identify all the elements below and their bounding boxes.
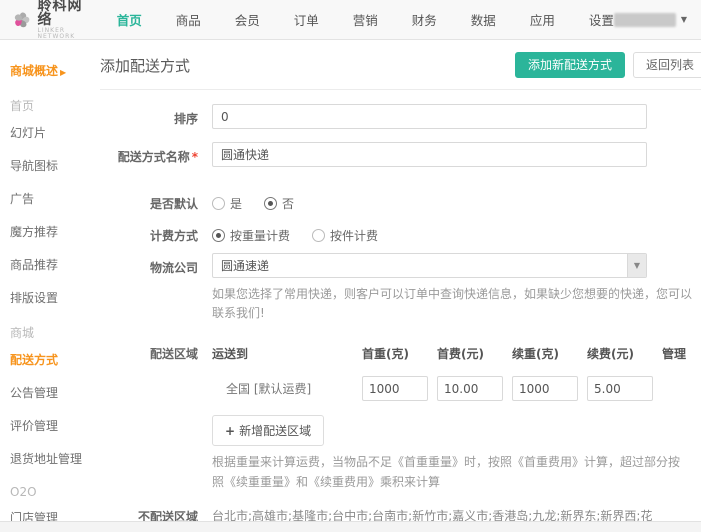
sidebar-item-shipping-methods[interactable]: 配送方式	[10, 351, 100, 368]
brand-logo[interactable]: 聆科网络 LINKER NETWORK	[12, 0, 89, 40]
destination-cell: 全国 [默认运费]	[212, 380, 362, 397]
logistics-help-text: 如果您选择了常用快递，则客户可以订单中查询快递信息，如果缺少您想要的快递，您可以…	[212, 285, 692, 323]
logistics-company-label: 物流公司	[100, 253, 212, 323]
area-help-text: 根据重量来计算运费，当物品不足《首重重量》时，按照《首重费用》计算，超过部分按照…	[212, 453, 682, 491]
nav-item-data[interactable]: 数据	[471, 10, 496, 29]
col-header-first-fee: 首费(元)	[437, 345, 512, 362]
brand-name: 聆科网络	[38, 0, 89, 28]
nav-item-marketing[interactable]: 营销	[353, 10, 378, 29]
brand-subtitle: LINKER NETWORK	[38, 28, 89, 41]
required-asterisk: *	[192, 150, 198, 164]
next-weight-input[interactable]	[512, 376, 578, 401]
nav-item-orders[interactable]: 订单	[294, 10, 319, 29]
app-window: 聆科网络 LINKER NETWORK 首页 商品 会员 订单 营销 财务 数据…	[0, 0, 701, 532]
nav-item-home[interactable]: 首页	[117, 10, 142, 29]
billing-by-weight-radio[interactable]: 按重量计费	[212, 227, 290, 244]
sidebar: 商城概述▶ 首页 幻灯片 导航图标 广告 魔方推荐 商品推荐 排版设置 商城 配…	[0, 40, 100, 521]
sidebar-section-mall: 商城	[10, 324, 100, 341]
nav-item-settings[interactable]: 设置	[589, 10, 614, 29]
next-fee-input[interactable]	[587, 376, 653, 401]
chevron-down-icon: ▼	[681, 15, 687, 24]
user-account-menu[interactable]: ▼	[614, 13, 687, 27]
username-redacted	[614, 13, 676, 27]
sort-label: 排序	[100, 104, 212, 129]
sidebar-item-mall-overview[interactable]: 商城概述▶	[10, 62, 100, 79]
billing-method-label: 计费方式	[100, 221, 212, 244]
shipping-method-form: 排序 配送方式名称* 是否默认	[100, 90, 701, 532]
logistics-company-select[interactable]: 圆通速递 ▼	[212, 253, 647, 278]
plus-icon: +	[225, 424, 235, 438]
chevron-right-icon: ▶	[60, 68, 66, 77]
name-label: 配送方式名称*	[100, 142, 212, 167]
col-header-next-weight: 续重(克)	[512, 345, 587, 362]
radio-icon	[212, 229, 225, 242]
default-yes-radio[interactable]: 是	[212, 195, 242, 212]
col-header-destination: 运送到	[212, 345, 362, 362]
first-fee-input[interactable]	[437, 376, 503, 401]
shipping-area-label: 配送区域	[100, 339, 212, 491]
back-to-list-button-top[interactable]: 返回列表	[633, 52, 701, 78]
sidebar-section-o2o: O2O	[10, 485, 100, 499]
chevron-down-icon[interactable]: ▼	[627, 254, 646, 277]
billing-by-piece-radio[interactable]: 按件计费	[312, 227, 378, 244]
radio-icon	[212, 197, 225, 210]
page-title: 添加配送方式	[100, 55, 190, 76]
footer-strip	[0, 521, 701, 532]
main-nav: 首页 商品 会员 订单 营销 财务 数据 应用 设置	[117, 10, 614, 29]
sidebar-item-announcements[interactable]: 公告管理	[10, 384, 100, 401]
sidebar-item-product-recommend[interactable]: 商品推荐	[10, 256, 100, 273]
sidebar-item-slideshow[interactable]: 幻灯片	[10, 124, 100, 141]
area-table-row: 全国 [默认运费]	[212, 376, 701, 401]
area-table-header: 运送到 首重(克) 首费(元) 续重(克) 续费(元) 管理	[212, 345, 701, 362]
is-default-label: 是否默认	[100, 189, 212, 212]
sidebar-item-reviews[interactable]: 评价管理	[10, 417, 100, 434]
sidebar-item-ads[interactable]: 广告	[10, 190, 100, 207]
nav-item-apps[interactable]: 应用	[530, 10, 555, 29]
shipping-name-input[interactable]	[212, 142, 647, 167]
add-new-shipping-method-button[interactable]: 添加新配送方式	[515, 52, 625, 78]
radio-icon	[312, 229, 325, 242]
col-header-next-fee: 续费(元)	[587, 345, 662, 362]
first-weight-input[interactable]	[362, 376, 428, 401]
col-header-first-weight: 首重(克)	[362, 345, 437, 362]
sidebar-item-layout-settings[interactable]: 排版设置	[10, 289, 100, 306]
sidebar-item-nav-icons[interactable]: 导航图标	[10, 157, 100, 174]
sidebar-section-home: 首页	[10, 97, 100, 114]
sort-input[interactable]	[212, 104, 647, 129]
default-no-radio[interactable]: 否	[264, 195, 294, 212]
add-shipping-area-button[interactable]: +新增配送区域	[212, 415, 324, 446]
nav-item-members[interactable]: 会员	[235, 10, 260, 29]
radio-icon	[264, 197, 277, 210]
logistics-selected-value: 圆通速递	[213, 257, 627, 274]
top-navbar: 聆科网络 LINKER NETWORK 首页 商品 会员 订单 营销 财务 数据…	[0, 0, 701, 40]
col-header-manage: 管理	[662, 345, 701, 362]
nav-item-finance[interactable]: 财务	[412, 10, 437, 29]
pinwheel-logo-icon	[12, 7, 32, 33]
sidebar-item-cube-recommend[interactable]: 魔方推荐	[10, 223, 100, 240]
nav-item-products[interactable]: 商品	[176, 10, 201, 29]
sidebar-item-return-address[interactable]: 退货地址管理	[10, 450, 100, 467]
main-content: 添加配送方式 添加新配送方式 返回列表 排序 配送方式名称*	[100, 40, 701, 521]
